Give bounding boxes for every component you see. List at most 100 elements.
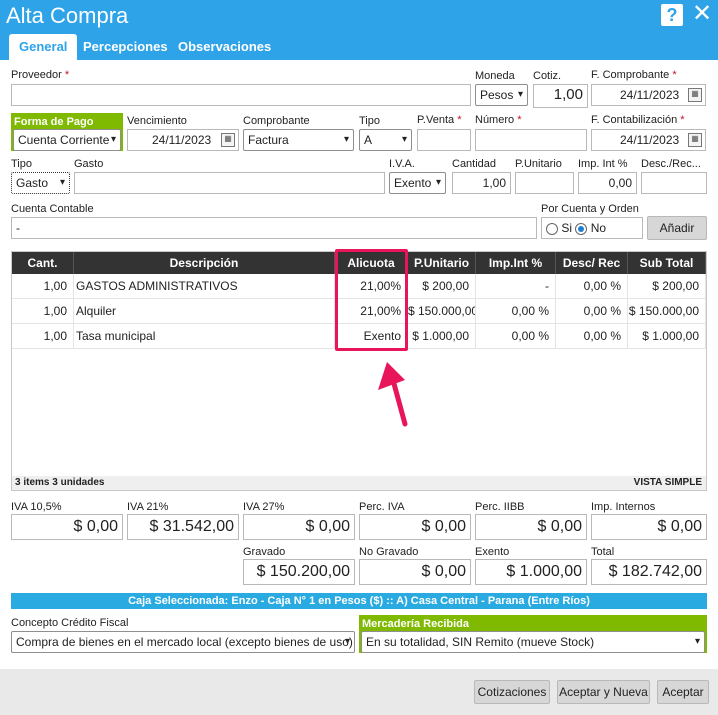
cell-punitario: $ 1.000,00 <box>408 324 476 349</box>
help-icon[interactable]: ? <box>661 4 683 26</box>
cell-punitario: $ 150.000,00 <box>408 299 476 324</box>
chevron-down-icon: ▾ <box>110 134 116 145</box>
exento-value: $ 1.000,00 <box>475 559 587 585</box>
gravado-value: $ 150.200,00 <box>243 559 355 585</box>
cotiz-label: Cotiz. <box>533 70 562 82</box>
f-contab-label: F. Contabilización * <box>591 114 685 126</box>
calendar-icon[interactable]: ▦ <box>221 133 235 147</box>
punitario-label: P.Unitario <box>515 158 562 170</box>
cell-descripcion: Tasa municipal <box>74 324 335 349</box>
calendar-icon[interactable]: ▦ <box>688 88 702 102</box>
impint-total-value: $ 0,00 <box>591 514 707 540</box>
cotizaciones-button[interactable]: Cotizaciones <box>474 680 550 704</box>
gasto-label: Gasto <box>74 158 104 170</box>
nogravado-label: No Gravado <box>359 546 419 558</box>
chevron-down-icon: ▾ <box>694 636 700 647</box>
calendar-icon[interactable]: ▦ <box>688 133 702 147</box>
cotiz-input[interactable]: 1,00 <box>533 84 588 108</box>
total-value: $ 182.742,00 <box>591 559 707 585</box>
credito-select[interactable]: Compra de bienes en el mercado local (ex… <box>11 631 355 653</box>
perciibb-label: Perc. IIBB <box>475 501 525 513</box>
comprobante-select[interactable]: Factura ▾ <box>243 129 354 151</box>
desc-input[interactable] <box>641 172 707 194</box>
numero-input[interactable] <box>475 129 587 151</box>
moneda-label: Moneda <box>475 70 515 82</box>
col-punitario[interactable]: P.Unitario <box>408 252 476 274</box>
cell-descripcion: GASTOS ADMINISTRATIVOS <box>74 274 335 299</box>
cell-cant: 1,00 <box>12 324 74 349</box>
tab-observaciones[interactable]: Observaciones <box>168 34 281 60</box>
col-subtotal[interactable]: Sub Total <box>628 252 706 274</box>
iva105-label: IVA 10,5% <box>11 501 62 513</box>
chevron-down-icon: ▾ <box>59 177 65 188</box>
perciibb-value: $ 0,00 <box>475 514 587 540</box>
tab-percepciones[interactable]: Percepciones <box>73 34 178 60</box>
impint-input[interactable]: 0,00 <box>578 172 637 194</box>
iva-select[interactable]: Exento ▾ <box>389 172 446 194</box>
close-icon[interactable]: ✕ <box>692 2 712 26</box>
cell-impint: 0,00 % <box>476 299 556 324</box>
iva27-label: IVA 27% <box>243 501 285 513</box>
cell-punitario: $ 200,00 <box>408 274 476 299</box>
chevron-down-icon: ▾ <box>344 636 350 647</box>
col-descripcion[interactable]: Descripción <box>74 252 335 274</box>
cell-cant: 1,00 <box>12 299 74 324</box>
no-label: No <box>590 221 607 235</box>
aceptar-nueva-button[interactable]: Aceptar y Nueva <box>557 680 650 704</box>
cuenta-label: Cuenta Contable <box>11 203 94 215</box>
tipo2-label: Tipo <box>11 158 32 170</box>
perciva-value: $ 0,00 <box>359 514 471 540</box>
iva27-value: $ 0,00 <box>243 514 355 540</box>
col-descrec[interactable]: Desc/ Rec <box>556 252 628 274</box>
desc-label: Desc./Rec... <box>641 158 701 170</box>
proveedor-input[interactable] <box>11 84 471 106</box>
window-title: Alta Compra <box>6 3 129 28</box>
cell-descrec: 0,00 % <box>556 324 628 349</box>
forma-pago-select[interactable]: Cuenta Corriente ▾ <box>13 129 121 151</box>
tipo2-select[interactable]: Gasto ▾ <box>11 172 70 194</box>
impint-total-label: Imp. Internos <box>591 501 656 513</box>
si-radio[interactable] <box>546 222 558 235</box>
cell-subtotal: $ 150.000,00 <box>628 299 706 324</box>
grid-footer: 3 items 3 unidades VISTA SIMPLE <box>12 476 706 490</box>
gravado-label: Gravado <box>243 546 286 558</box>
f-comprobante-input[interactable]: 24/11/2023 ▦ <box>591 84 706 106</box>
col-impint[interactable]: Imp.Int % <box>476 252 556 274</box>
f-contab-input[interactable]: 24/11/2023 ▦ <box>591 129 706 151</box>
no-radio[interactable] <box>575 222 588 235</box>
mercaderia-select[interactable]: En su totalidad, SIN Remito (mueve Stock… <box>361 631 705 653</box>
caja-seleccionada: Caja Seleccionada: Enzo - Caja N° 1 en P… <box>11 593 707 609</box>
vencimiento-label: Vencimiento <box>127 115 187 127</box>
tab-general[interactable]: General <box>9 34 78 60</box>
col-cant[interactable]: Cant. <box>12 252 74 274</box>
pventa-input[interactable] <box>417 129 471 151</box>
cell-descrec: 0,00 % <box>556 274 628 299</box>
porcuenta-group: Si No <box>541 217 643 239</box>
vencimiento-input[interactable]: 24/11/2023 ▦ <box>127 129 239 151</box>
chevron-down-icon: ▾ <box>401 134 407 145</box>
mercaderia-label: Mercadería Recibida <box>359 616 707 632</box>
forma-pago-label: Forma de Pago <box>11 114 123 130</box>
aceptar-button[interactable]: Aceptar <box>657 680 709 704</box>
iva105-value: $ 0,00 <box>11 514 123 540</box>
gasto-input[interactable] <box>74 172 385 194</box>
cell-impint: 0,00 % <box>476 324 556 349</box>
anadir-button[interactable]: Añadir <box>647 216 707 240</box>
pventa-label: P.Venta * <box>417 114 462 126</box>
chevron-down-icon: ▾ <box>517 89 523 100</box>
chevron-down-icon: ▾ <box>435 177 441 188</box>
punitario-input[interactable] <box>515 172 574 194</box>
vista-simple-link[interactable]: VISTA SIMPLE <box>634 476 702 490</box>
chevron-down-icon: ▾ <box>343 134 349 145</box>
proveedor-label: Proveedor * <box>11 69 70 81</box>
iva-label: I.V.A. <box>389 158 415 170</box>
cell-descripcion: Alquiler <box>74 299 335 324</box>
cuenta-input[interactable]: - <box>11 217 537 239</box>
f-comprobante-label: F. Comprobante * <box>591 69 677 81</box>
arrow-annotation <box>378 362 408 427</box>
cantidad-input[interactable]: 1,00 <box>452 172 511 194</box>
moneda-select[interactable]: Pesos ▾ <box>475 84 528 106</box>
iva21-label: IVA 21% <box>127 501 169 513</box>
tipo-select[interactable]: A ▾ <box>359 129 412 151</box>
numero-label: Número * <box>475 114 522 126</box>
